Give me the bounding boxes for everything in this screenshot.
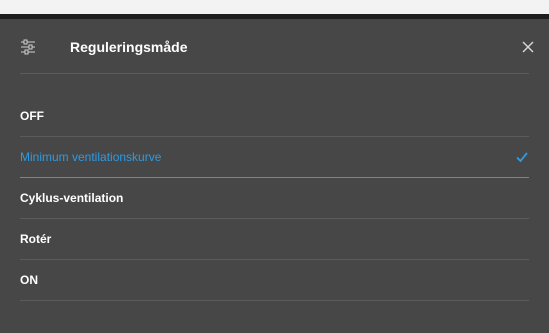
option-on[interactable]: ON [20, 260, 529, 301]
option-label: Rotér [20, 232, 52, 246]
header-divider [20, 73, 529, 74]
option-label: Cyklus-ventilation [20, 191, 124, 205]
option-minimum-ventilation-curve[interactable]: Minimum ventilationskurve [20, 137, 529, 178]
dialog-title: Reguleringsmåde [70, 39, 188, 55]
close-icon[interactable] [520, 39, 536, 55]
option-label: ON [20, 273, 38, 287]
option-label: OFF [20, 109, 44, 123]
checkmark-icon [515, 150, 529, 164]
option-divider [20, 300, 529, 301]
option-off[interactable]: OFF [20, 96, 529, 137]
sliders-icon [20, 38, 36, 56]
option-label: Minimum ventilationskurve [20, 150, 162, 164]
control-mode-dialog: Reguleringsmåde OFF Minimum ventilations… [0, 19, 549, 333]
option-rotate[interactable]: Rotér [20, 219, 529, 260]
option-cycle-ventilation[interactable]: Cyklus-ventilation [20, 178, 529, 219]
dialog-header: Reguleringsmåde [0, 19, 549, 74]
